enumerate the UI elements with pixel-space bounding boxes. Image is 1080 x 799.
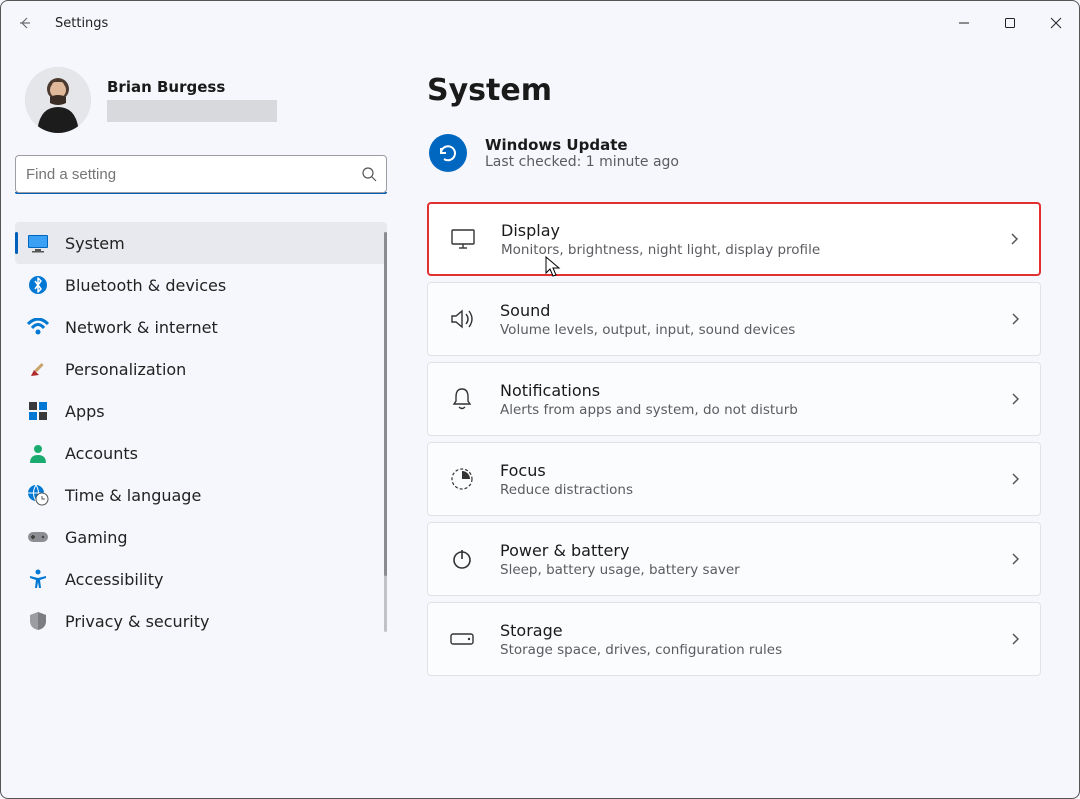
paintbrush-icon [27, 358, 49, 380]
sidebar-item-gaming[interactable]: Gaming [15, 516, 387, 558]
card-sound[interactable]: Sound Volume levels, output, input, soun… [427, 282, 1041, 356]
sidebar-item-label: Privacy & security [65, 612, 209, 631]
shield-icon [27, 610, 49, 632]
sidebar-item-bluetooth[interactable]: Bluetooth & devices [15, 264, 387, 306]
focus-icon [448, 465, 476, 493]
sidebar-item-label: Personalization [65, 360, 186, 379]
card-title: Notifications [500, 381, 986, 400]
update-title: Windows Update [485, 136, 679, 154]
wifi-icon [27, 316, 49, 338]
search-input[interactable] [16, 166, 352, 183]
nav-scrollbar-thumb[interactable] [384, 232, 387, 576]
avatar-photo [25, 67, 91, 133]
card-title: Display [501, 221, 985, 240]
main-panel: System Windows Update Last checked: 1 mi… [401, 45, 1079, 799]
mouse-cursor [545, 256, 561, 280]
sidebar-item-privacy[interactable]: Privacy & security [15, 600, 387, 642]
windows-update-row[interactable]: Windows Update Last checked: 1 minute ag… [427, 134, 1041, 172]
minimize-icon [958, 17, 970, 29]
card-storage[interactable]: Storage Storage space, drives, configura… [427, 602, 1041, 676]
profile-email-redacted [107, 100, 277, 122]
nav-scrollbar[interactable] [384, 232, 387, 632]
back-button[interactable] [1, 15, 49, 31]
page-title: System [427, 73, 1041, 108]
sidebar-item-accounts[interactable]: Accounts [15, 432, 387, 474]
sidebar-item-accessibility[interactable]: Accessibility [15, 558, 387, 600]
power-icon [448, 545, 476, 573]
accessibility-icon [27, 568, 49, 590]
sidebar-item-time-language[interactable]: Time & language [15, 474, 387, 516]
chevron-right-icon [1010, 631, 1020, 647]
maximize-icon [1004, 17, 1016, 29]
card-display[interactable]: Display Monitors, brightness, night ligh… [427, 202, 1041, 276]
avatar [25, 67, 91, 133]
card-subtitle: Sleep, battery usage, battery saver [500, 562, 986, 578]
nav: System Bluetooth & devices Network & int… [15, 222, 387, 642]
sidebar-item-label: Apps [65, 402, 105, 421]
storage-icon [448, 625, 476, 653]
monitor-icon [27, 232, 49, 254]
window-close-button[interactable] [1033, 7, 1079, 39]
card-title: Power & battery [500, 541, 986, 560]
sidebar-item-label: Network & internet [65, 318, 218, 337]
window-maximize-button[interactable] [987, 7, 1033, 39]
chevron-right-icon [1009, 231, 1019, 247]
apps-icon [27, 400, 49, 422]
card-subtitle: Monitors, brightness, night light, displ… [501, 242, 985, 258]
card-subtitle: Alerts from apps and system, do not dist… [500, 402, 986, 418]
sidebar: Brian Burgess System Bluetooth & devices [1, 45, 401, 799]
card-power-battery[interactable]: Power & battery Sleep, battery usage, ba… [427, 522, 1041, 596]
bell-icon [448, 385, 476, 413]
card-title: Focus [500, 461, 986, 480]
sidebar-item-label: Time & language [65, 486, 201, 505]
title-bar: Settings [1, 1, 1079, 45]
sidebar-item-label: Accessibility [65, 570, 163, 589]
display-icon [449, 225, 477, 253]
content-area: Brian Burgess System Bluetooth & devices [1, 45, 1079, 799]
sidebar-item-apps[interactable]: Apps [15, 390, 387, 432]
card-subtitle: Volume levels, output, input, sound devi… [500, 322, 986, 338]
gamepad-icon [27, 526, 49, 548]
profile-block[interactable]: Brian Burgess [15, 57, 387, 155]
chevron-right-icon [1010, 311, 1020, 327]
sidebar-item-label: System [65, 234, 125, 253]
card-title: Storage [500, 621, 986, 640]
sidebar-item-system[interactable]: System [15, 222, 387, 264]
window-title: Settings [55, 16, 108, 31]
window-minimize-button[interactable] [941, 7, 987, 39]
card-title: Sound [500, 301, 986, 320]
close-icon [1050, 17, 1062, 29]
globe-clock-icon [27, 484, 49, 506]
sidebar-item-label: Bluetooth & devices [65, 276, 226, 295]
profile-name: Brian Burgess [107, 78, 277, 96]
chevron-right-icon [1010, 551, 1020, 567]
card-subtitle: Storage space, drives, configuration rul… [500, 642, 986, 658]
sidebar-item-personalization[interactable]: Personalization [15, 348, 387, 390]
update-icon [429, 134, 467, 172]
arrow-left-icon [17, 15, 33, 31]
card-subtitle: Reduce distractions [500, 482, 986, 498]
chevron-right-icon [1010, 471, 1020, 487]
search-box[interactable] [15, 155, 387, 193]
sidebar-item-label: Accounts [65, 444, 138, 463]
card-notifications[interactable]: Notifications Alerts from apps and syste… [427, 362, 1041, 436]
card-focus[interactable]: Focus Reduce distractions [427, 442, 1041, 516]
bluetooth-icon [27, 274, 49, 296]
update-subtitle: Last checked: 1 minute ago [485, 154, 679, 170]
person-icon [27, 442, 49, 464]
chevron-right-icon [1010, 391, 1020, 407]
sound-icon [448, 305, 476, 333]
sidebar-item-network[interactable]: Network & internet [15, 306, 387, 348]
sidebar-item-label: Gaming [65, 528, 128, 547]
search-icon [352, 166, 386, 182]
